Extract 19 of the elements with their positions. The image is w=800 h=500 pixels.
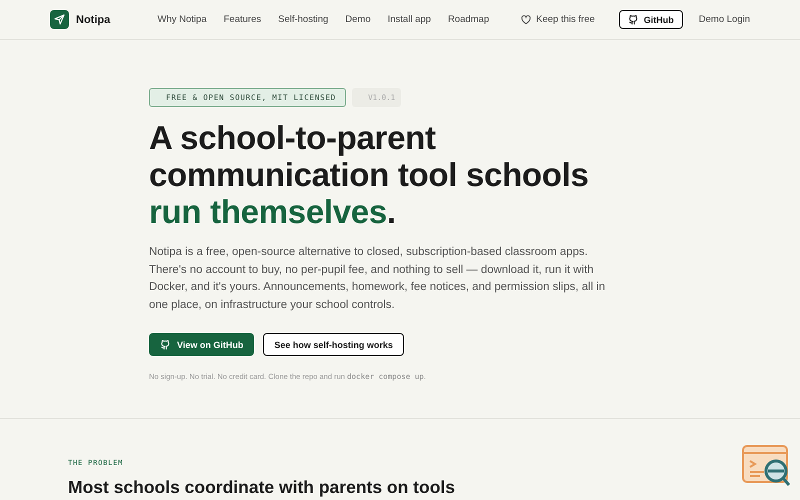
github-button[interactable]: View on GitHub [149,333,254,356]
nav-link[interactable]: Roadmap [448,14,490,25]
logo-icon[interactable] [50,10,69,29]
section-heading: Most schools coordinate with parents on tools [68,477,456,498]
nav-link[interactable]: Why Notipa [158,14,207,25]
github-icon [628,14,639,25]
nav-link[interactable]: Self-hosting [278,14,328,25]
self-hosting-button[interactable]: See how self-hosting works [263,333,404,356]
brand-name[interactable]: Notipa [76,14,110,26]
github-icon [160,339,171,350]
nav-link[interactable]: Demo [345,14,371,25]
support-link[interactable]: Keep this free [521,14,595,25]
heart-icon [521,14,532,24]
nav-link[interactable]: Install app [388,14,431,25]
login-link[interactable]: Demo Login [698,14,750,25]
github-button[interactable]: GitHub [618,10,683,29]
intro-paragraph: Notipa is a free, open-source alternative to closed, subscription-based classroom apps. There's no account to buy, no per-pupil fee, and nothing to sell — download it, run it with Docker, and it's yours. Announcements, homework, fee notices, and permission slips, all in one place, on infrastructure your school controls. [149,245,606,312]
nav-link[interactable]: Features [224,14,262,25]
hero-heading: A school-to-parent communication tool schools run themselves. [149,119,590,230]
